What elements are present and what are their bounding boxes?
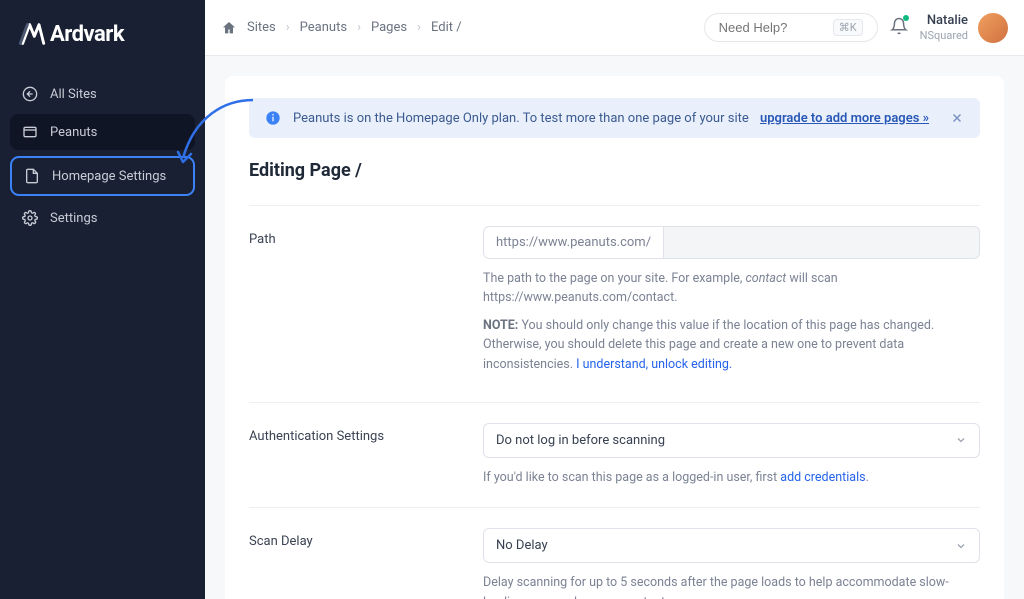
user-org: NSquared bbox=[920, 29, 968, 42]
path-label: Path bbox=[249, 226, 483, 382]
info-icon bbox=[265, 110, 281, 126]
field-delay: Scan Delay No Delay Delay scanning for u… bbox=[249, 507, 980, 599]
browser-icon bbox=[22, 124, 38, 140]
home-icon[interactable] bbox=[221, 20, 237, 36]
main: Sites › Peanuts › Pages › Edit / ⌘K Nata… bbox=[205, 0, 1024, 599]
nav-label: All Sites bbox=[50, 87, 97, 102]
chevron-right-icon: › bbox=[417, 20, 421, 35]
notifications-button[interactable] bbox=[890, 17, 908, 39]
path-help-italic: contact bbox=[745, 271, 786, 286]
chevron-down-icon bbox=[955, 540, 967, 552]
logo-icon bbox=[18, 20, 46, 48]
nav-label: Homepage Settings bbox=[52, 169, 166, 184]
help-search[interactable]: ⌘K bbox=[704, 13, 878, 42]
auth-help-a: If you'd like to scan this page as a log… bbox=[483, 470, 780, 485]
crumb-peanuts[interactable]: Peanuts bbox=[300, 20, 347, 35]
nav-label: Peanuts bbox=[50, 125, 97, 140]
auth-label: Authentication Settings bbox=[249, 423, 483, 487]
delay-label: Scan Delay bbox=[249, 528, 483, 599]
info-banner: Peanuts is on the Homepage Only plan. To… bbox=[249, 98, 980, 138]
path-input-locked bbox=[664, 226, 980, 259]
auth-help-b: . bbox=[866, 470, 869, 485]
chevron-right-icon: › bbox=[357, 20, 361, 35]
nav-label: Settings bbox=[50, 211, 97, 226]
kbd-shortcut: ⌘K bbox=[833, 19, 863, 36]
notification-dot bbox=[903, 15, 909, 21]
sidebar: Ardvark All Sites Peanuts Homepage Setti… bbox=[0, 0, 205, 599]
path-prefix: https://www.peanuts.com/ bbox=[483, 226, 664, 259]
banner-text: Peanuts is on the Homepage Only plan. To… bbox=[293, 111, 749, 126]
delay-help: Delay scanning for up to 5 seconds after… bbox=[483, 575, 949, 599]
delay-select[interactable]: No Delay bbox=[483, 528, 980, 563]
nav-all-sites[interactable]: All Sites bbox=[10, 76, 195, 112]
nav-homepage-settings[interactable]: Homepage Settings bbox=[10, 156, 195, 196]
crumb-edit[interactable]: Edit / bbox=[431, 20, 462, 35]
auth-select-value: Do not log in before scanning bbox=[496, 433, 665, 448]
breadcrumbs: Sites › Peanuts › Pages › Edit / bbox=[221, 20, 692, 36]
nav: All Sites Peanuts Homepage Settings Sett… bbox=[0, 68, 205, 244]
unlock-editing-link[interactable]: I understand, unlock editing. bbox=[576, 357, 732, 372]
delay-select-value: No Delay bbox=[496, 538, 548, 553]
banner-upgrade-link[interactable]: upgrade to add more pages » bbox=[760, 111, 929, 126]
close-icon[interactable] bbox=[950, 111, 964, 125]
user-name: Natalie bbox=[920, 13, 968, 29]
page-title: Editing Page / bbox=[249, 160, 980, 181]
add-credentials-link[interactable]: add credentials bbox=[780, 470, 865, 485]
nav-settings[interactable]: Settings bbox=[10, 200, 195, 236]
field-auth: Authentication Settings Do not log in be… bbox=[249, 402, 980, 507]
user-menu[interactable]: Natalie NSquared bbox=[920, 13, 1008, 43]
path-note-label: NOTE: bbox=[483, 318, 518, 333]
crumb-pages[interactable]: Pages bbox=[371, 20, 407, 35]
avatar bbox=[978, 13, 1008, 43]
help-search-input[interactable] bbox=[719, 20, 825, 35]
brand-logo[interactable]: Ardvark bbox=[0, 0, 205, 68]
back-circle-icon bbox=[22, 86, 38, 102]
chevron-down-icon bbox=[955, 434, 967, 446]
brand-name: Ardvark bbox=[50, 22, 124, 47]
path-help-1a: The path to the page on your site. For e… bbox=[483, 271, 745, 286]
field-path: Path https://www.peanuts.com/ The path t… bbox=[249, 205, 980, 402]
document-icon bbox=[24, 168, 40, 184]
crumb-sites[interactable]: Sites bbox=[247, 20, 276, 35]
gear-icon bbox=[22, 210, 38, 226]
header: Sites › Peanuts › Pages › Edit / ⌘K Nata… bbox=[205, 0, 1024, 56]
chevron-right-icon: › bbox=[286, 20, 290, 35]
content-card: Peanuts is on the Homepage Only plan. To… bbox=[225, 76, 1004, 599]
nav-site-peanuts[interactable]: Peanuts bbox=[10, 114, 195, 150]
auth-select[interactable]: Do not log in before scanning bbox=[483, 423, 980, 458]
